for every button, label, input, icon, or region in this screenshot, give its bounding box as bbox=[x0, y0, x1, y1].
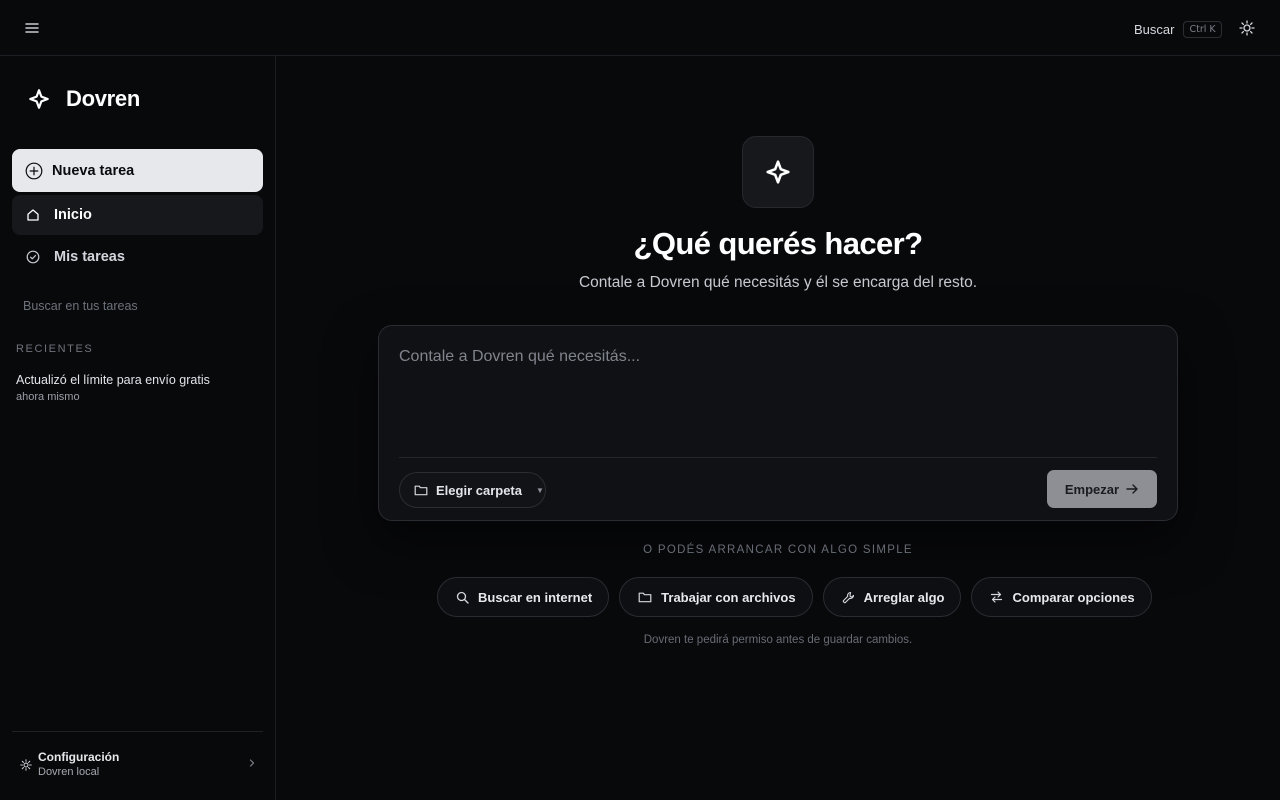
search-shortcut-badge: Ctrl K bbox=[1183, 20, 1222, 38]
check-circle-icon bbox=[26, 250, 40, 264]
settings-button[interactable]: Configuración Dovren local bbox=[12, 731, 263, 800]
page-subtitle: Contale a Dovren qué necesitás y él se e… bbox=[578, 274, 978, 291]
brand-name: Dovren bbox=[66, 86, 140, 111]
composer-divider bbox=[399, 457, 1157, 458]
suggestion-search-internet[interactable]: Buscar en internet bbox=[437, 577, 610, 617]
page-title: ¿Qué querés hacer? bbox=[633, 226, 924, 261]
swap-icon bbox=[991, 591, 1003, 603]
suggestion-compare-options[interactable]: Comparar opciones bbox=[971, 577, 1152, 617]
plus-circle-icon bbox=[25, 162, 43, 179]
sparkle-icon bbox=[766, 160, 790, 184]
suggestion-label: Arreglar algo bbox=[863, 589, 945, 605]
chevron-down-icon: ▼ bbox=[536, 485, 544, 495]
new-task-button[interactable]: Nueva tarea bbox=[12, 149, 263, 192]
new-task-label: Nueva tarea bbox=[52, 162, 135, 179]
brand[interactable]: Dovren bbox=[28, 86, 140, 112]
arrow-right-icon bbox=[1126, 484, 1138, 494]
hamburger-icon bbox=[25, 23, 39, 33]
sparkle-icon bbox=[29, 89, 49, 109]
sidebar-item-label: Mis tareas bbox=[54, 249, 125, 265]
recent-task-title: Actualizó el límite para envío gratis bbox=[16, 373, 210, 387]
start-button[interactable]: Empezar bbox=[1047, 470, 1157, 508]
suggestion-chips: Buscar en internet Trabajar con archivos… bbox=[437, 577, 1152, 617]
task-search-input[interactable]: Buscar en tus tareas bbox=[23, 299, 138, 313]
theme-toggle-button[interactable] bbox=[1237, 18, 1257, 38]
top-bar: Buscar Ctrl K bbox=[0, 0, 1280, 56]
suggestion-work-files[interactable]: Trabajar con archivos bbox=[619, 577, 813, 617]
recent-task-time: ahora mismo bbox=[16, 391, 80, 403]
wrench-icon bbox=[842, 591, 854, 603]
suggestions-heading: O PODÉS ARRANCAR CON ALGO SIMPLE bbox=[643, 544, 913, 556]
folder-icon bbox=[638, 592, 652, 603]
global-search-label: Buscar bbox=[1134, 21, 1175, 37]
task-input[interactable] bbox=[399, 348, 1159, 448]
suggestion-fix-something[interactable]: Arreglar algo bbox=[822, 577, 962, 617]
choose-folder-dropdown[interactable]: Elegir carpeta ▼ bbox=[399, 472, 546, 508]
task-composer: Elegir carpeta ▼ Empezar bbox=[378, 325, 1178, 521]
suggestion-label: Comparar opciones bbox=[1012, 589, 1135, 605]
recent-task-item[interactable]: Actualizó el límite para envío gratis ah… bbox=[16, 373, 210, 403]
settings-subtitle: Dovren local bbox=[38, 766, 100, 778]
hero-logo bbox=[742, 136, 814, 208]
choose-folder-label: Elegir carpeta bbox=[436, 482, 522, 498]
permission-note: Dovren te pedirá permiso antes de guarda… bbox=[643, 634, 913, 646]
gear-icon bbox=[20, 759, 32, 771]
sidebar-item-label: Inicio bbox=[54, 207, 92, 223]
suggestion-label: Buscar en internet bbox=[478, 589, 593, 605]
settings-title: Configuración bbox=[38, 750, 120, 764]
menu-button[interactable] bbox=[22, 18, 42, 38]
sidebar-item-inicio[interactable]: Inicio bbox=[12, 195, 263, 235]
home-icon bbox=[27, 209, 39, 221]
global-search-button[interactable]: Buscar Ctrl K bbox=[1134, 19, 1222, 39]
folder-icon bbox=[414, 485, 428, 496]
chevron-right-icon bbox=[249, 759, 255, 767]
sun-icon bbox=[1239, 20, 1255, 36]
suggestion-label: Trabajar con archivos bbox=[661, 589, 796, 605]
search-icon bbox=[456, 591, 469, 604]
recent-heading: RECIENTES bbox=[16, 343, 94, 355]
sidebar: Dovren Nueva tarea Inicio Mis tareas Bus… bbox=[0, 56, 276, 800]
start-button-label: Empezar bbox=[1064, 481, 1120, 497]
sidebar-item-mis-tareas[interactable]: Mis tareas bbox=[12, 237, 263, 277]
